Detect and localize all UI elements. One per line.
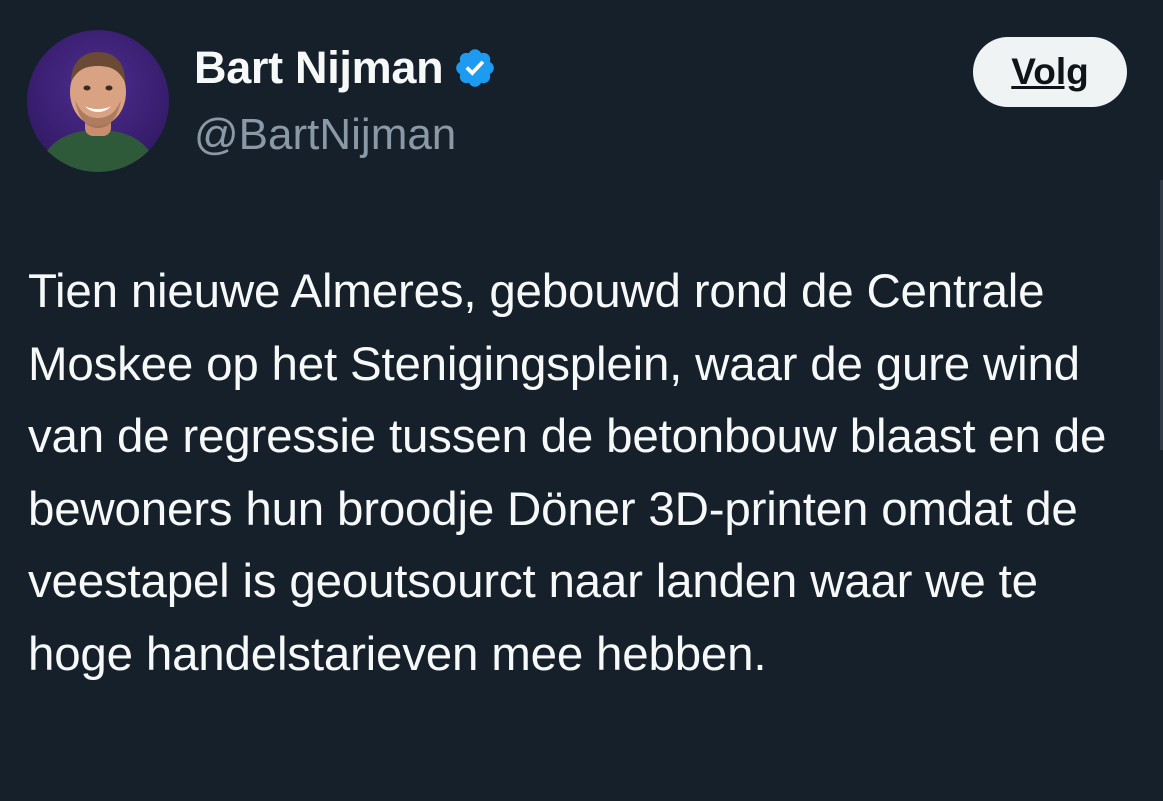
avatar[interactable] (27, 30, 169, 172)
tweet-text: Tien nieuwe Almeres, gebouwd rond de Cen… (28, 265, 1107, 681)
follow-button[interactable]: Volg (973, 37, 1127, 107)
clipped-previous-text (470, 0, 790, 6)
tweet-header: Bart Nijman @BartNijman Volg (27, 30, 1137, 175)
profile-photo-icon (37, 52, 159, 172)
author-display-name[interactable]: Bart Nijman (194, 42, 444, 94)
verified-badge-icon (456, 49, 495, 87)
author-name-row: Bart Nijman (194, 42, 497, 94)
author-handle[interactable]: @BartNijman (194, 110, 456, 160)
